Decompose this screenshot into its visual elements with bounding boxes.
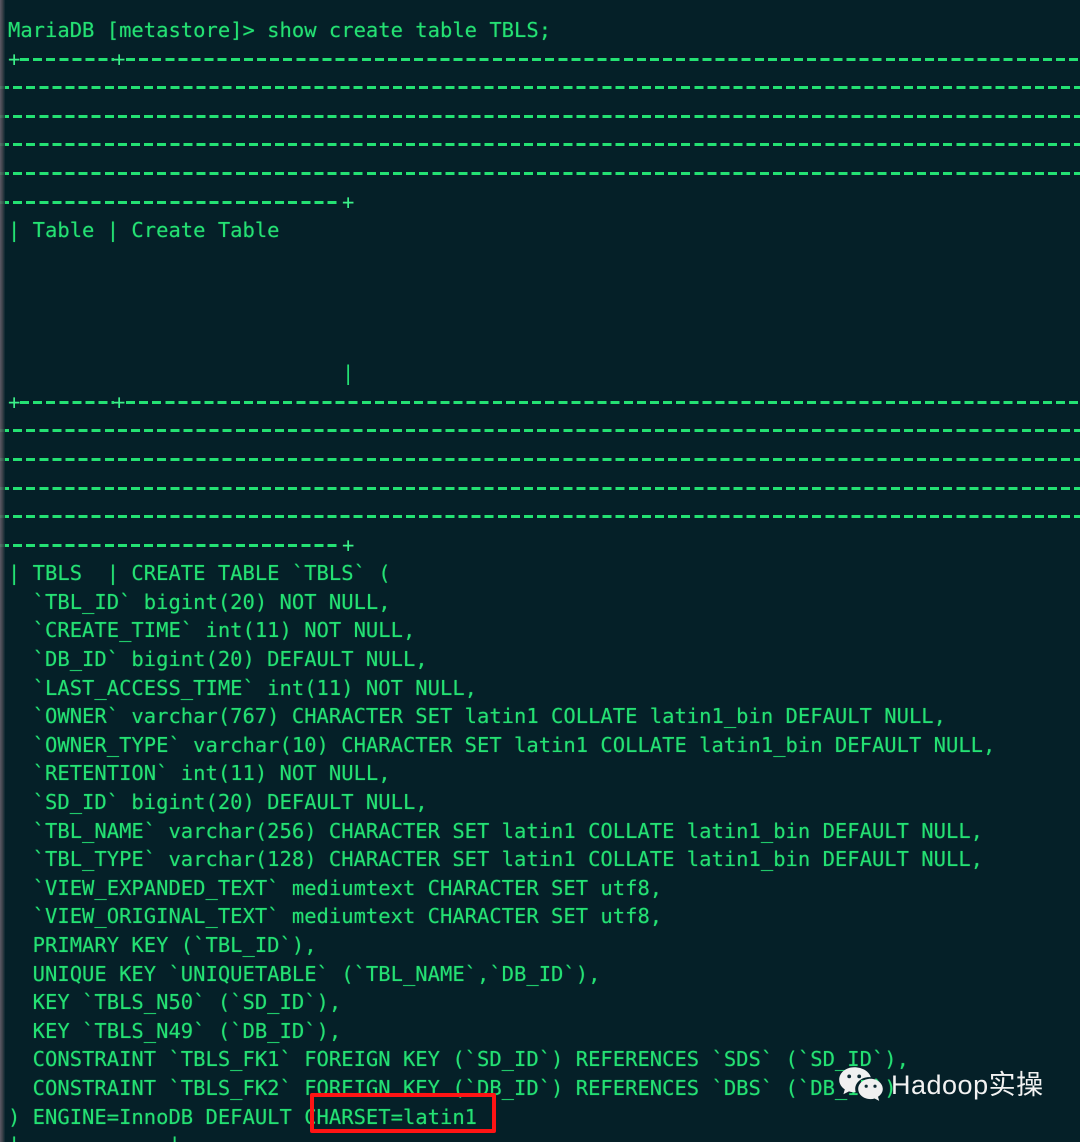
ddl-line: PRIMARY KEY (`TBL_ID`), (8, 933, 317, 957)
ddl-line: `TBL_NAME` varchar(256) CHARACTER SET la… (8, 818, 984, 843)
border-dashes (0, 515, 1080, 519)
watermark: Hadoop实操 (838, 1066, 1044, 1104)
header-row-closing-pipe: | (342, 361, 355, 386)
terminal-screen[interactable]: MariaDB [metastore]> show create table T… (0, 0, 1080, 1142)
table-mid-border-row-4 (0, 474, 1080, 503)
ddl-line: KEY `TBLS_N49` (`DB_ID`), (8, 1018, 342, 1043)
table-top-border-row-5 (0, 159, 1080, 188)
border-dashes (0, 143, 1080, 147)
border-dashes (0, 429, 1080, 433)
table-top-border-row-2 (0, 73, 1080, 102)
header-wrap-blank-3 (0, 302, 1080, 331)
ddl-line: UNIQUE KEY `UNIQUETABLE` (`TBL_NAME`,`DB… (8, 961, 601, 986)
border-plus-mid: + (113, 46, 126, 71)
bottom-partial-row: | | (0, 1131, 1080, 1142)
ddl-line: `LAST_ACCESS_TIME` int(11) NOT NULL, (8, 675, 477, 700)
header-wrap-blank-4 (0, 331, 1080, 360)
ddl-line-engine-charset: ) ENGINE=InnoDB DEFAULT CHARSET=latin1 (8, 1104, 477, 1129)
border-plus-left: + (8, 389, 21, 414)
border-dashes-col2 (126, 400, 1080, 404)
ddl-line: `RETENTION` int(11) NOT NULL, (8, 761, 391, 786)
table-top-border-row-4 (0, 130, 1080, 159)
ddl-line: `SD_ID` bigint(20) DEFAULT NULL, (8, 790, 428, 815)
wechat-icon (838, 1066, 884, 1104)
ddl-line: KEY `TBLS_N50` (`SD_ID`), (8, 990, 342, 1015)
table-mid-border-row-1: + + (0, 388, 1080, 417)
border-dashes (0, 114, 1080, 118)
ddl-line: `OWNER` varchar(767) CHARACTER SET latin… (8, 704, 946, 729)
column-header-row: | Table | Create Table (8, 218, 280, 243)
terminal-window[interactable]: MariaDB [metastore]> show create table T… (0, 0, 1080, 1142)
border-dashes (0, 86, 1080, 90)
table-mid-border-row-3 (0, 445, 1080, 474)
ddl-line: `TBL_TYPE` varchar(128) CHARACTER SET la… (8, 847, 984, 872)
ddl-line: `CREATE_TIME` int(11) NOT NULL, (8, 618, 416, 643)
header-wrap-blank-2 (0, 273, 1080, 302)
header-wrap-blank-1 (0, 245, 1080, 274)
border-dashes (0, 457, 1080, 461)
border-dashes (0, 171, 1080, 175)
ddl-line: | TBLS | CREATE TABLE `TBLS` ( (8, 561, 391, 586)
border-plus-left: + (8, 46, 21, 71)
border-dashes-col1 (20, 400, 114, 404)
table-top-border-row-3 (0, 102, 1080, 131)
prompt-line: MariaDB [metastore]> show create table T… (8, 18, 552, 42)
border-plus-right: + (342, 532, 355, 557)
border-dashes-tail (0, 200, 340, 204)
border-dashes (0, 486, 1080, 490)
table-top-border-row-6: + (0, 188, 1080, 217)
border-dashes-col1 (20, 57, 114, 61)
table-mid-border-row-2 (0, 416, 1080, 445)
ddl-line: `VIEW_ORIGINAL_TEXT` mediumtext CHARACTE… (8, 904, 663, 929)
border-dashes-tail (0, 543, 340, 547)
table-mid-border-row-5 (0, 502, 1080, 531)
ddl-line: `TBL_ID` bigint(20) NOT NULL, (8, 589, 391, 614)
border-plus-right: + (342, 189, 355, 214)
ddl-line: `OWNER_TYPE` varchar(10) CHARACTER SET l… (8, 732, 996, 757)
ddl-line: `VIEW_EXPANDED_TEXT` mediumtext CHARACTE… (8, 875, 663, 900)
table-mid-border-row-6: + (0, 531, 1080, 560)
ddl-line: `DB_ID` bigint(20) DEFAULT NULL, (8, 647, 428, 672)
watermark-label: Hadoop实操 (891, 1070, 1044, 1100)
border-dashes-col2 (126, 57, 1080, 61)
table-top-border-row-1: + + (0, 45, 1080, 74)
window-left-edge (0, 0, 5, 1142)
border-plus-mid: + (113, 389, 126, 414)
